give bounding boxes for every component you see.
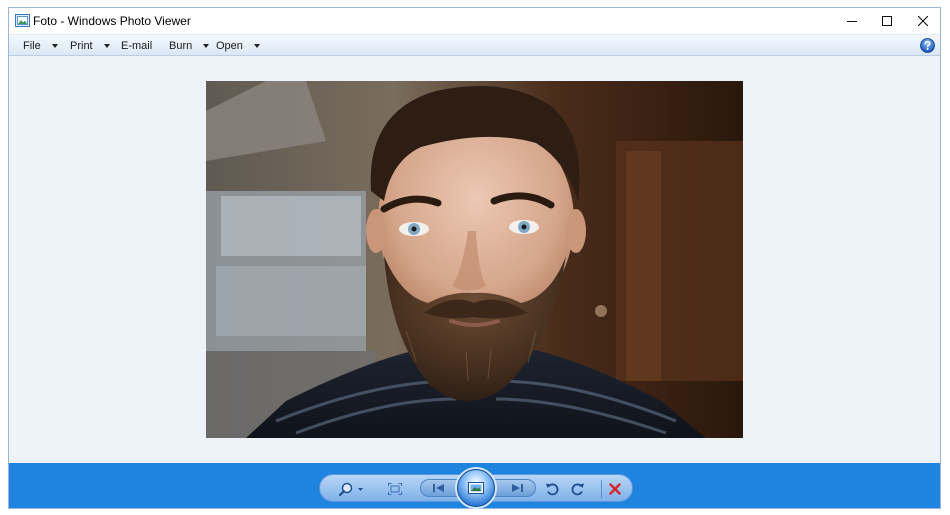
title-bar: Foto - Windows Photo Viewer — [9, 8, 940, 34]
menu-burn[interactable]: Burn — [169, 38, 210, 54]
control-pill — [319, 469, 633, 507]
delete-button[interactable] — [605, 480, 625, 498]
minimize-icon — [847, 21, 857, 22]
previous-icon — [433, 484, 444, 492]
photo-viewer-window: Foto - Windows Photo Viewer File Print E… — [8, 7, 941, 509]
menu-email[interactable]: E-mail — [121, 38, 152, 54]
help-icon[interactable] — [920, 38, 935, 53]
delete-icon — [609, 483, 621, 495]
slideshow-button[interactable] — [457, 469, 495, 507]
zoom-icon — [339, 482, 363, 496]
close-button[interactable] — [905, 8, 941, 34]
toolbar-separator — [601, 480, 602, 498]
maximize-icon — [882, 16, 892, 26]
rotate-clockwise-icon — [571, 483, 584, 496]
chevron-down-icon — [103, 44, 110, 48]
maximize-button[interactable] — [869, 8, 905, 34]
chevron-down-icon — [253, 44, 260, 48]
chevron-down-icon — [203, 44, 210, 48]
minimize-button[interactable] — [834, 8, 870, 34]
rotate-counterclockwise-icon — [546, 483, 559, 496]
rotate-counterclockwise-button[interactable] — [542, 480, 562, 498]
menu-burn-label: Burn — [169, 40, 193, 52]
displayed-photo — [206, 81, 743, 438]
menu-email-label: E-mail — [121, 40, 153, 52]
image-viewer-area — [9, 56, 940, 463]
menu-open-label: Open — [216, 40, 243, 52]
next-button[interactable] — [505, 481, 529, 495]
slideshow-icon — [468, 482, 484, 494]
actual-size-icon — [388, 483, 402, 495]
menu-file-label: File — [23, 40, 41, 52]
menu-bar: File Print E-mail Burn Open — [9, 34, 940, 56]
menu-open[interactable]: Open — [216, 38, 260, 54]
menu-print-label: Print — [70, 40, 93, 52]
photo-viewer-app-icon — [15, 14, 30, 27]
window-title: Foto - Windows Photo Viewer — [33, 14, 191, 28]
chevron-down-icon — [51, 44, 58, 48]
bottom-toolbar — [9, 463, 940, 508]
rotate-clockwise-button[interactable] — [568, 480, 588, 498]
next-icon — [512, 484, 523, 492]
close-icon — [918, 16, 928, 26]
previous-button[interactable] — [427, 481, 451, 495]
zoom-button[interactable] — [338, 480, 366, 498]
menu-print[interactable]: Print — [70, 38, 110, 54]
actual-size-button[interactable] — [384, 480, 406, 498]
menu-file[interactable]: File — [23, 38, 58, 54]
